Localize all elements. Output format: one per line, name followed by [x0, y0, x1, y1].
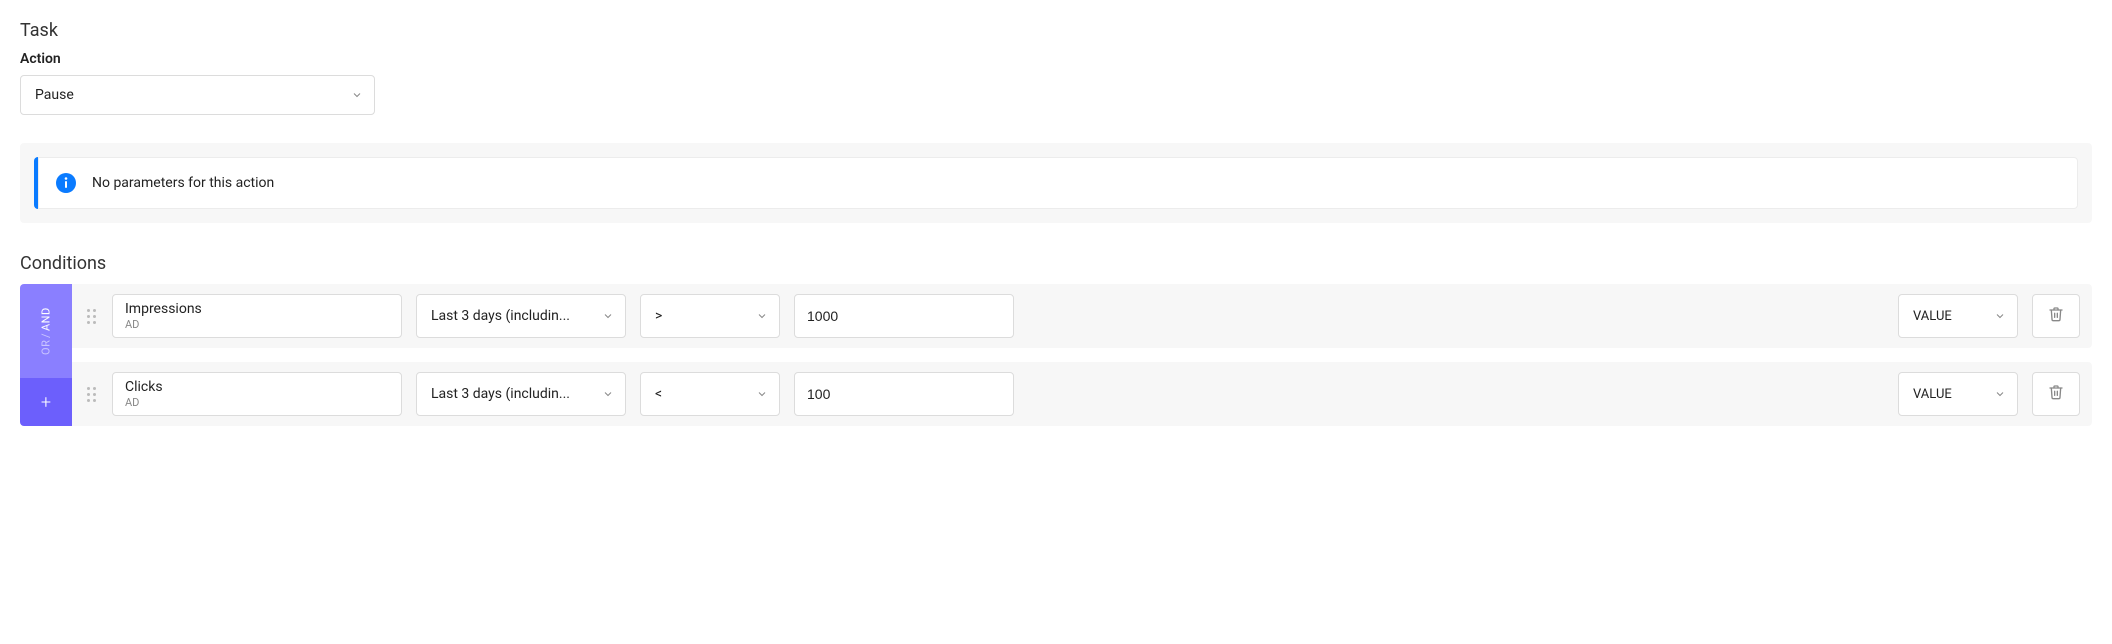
- value-type-select[interactable]: VALUE: [1898, 294, 2018, 338]
- delete-condition-button[interactable]: [2032, 294, 2080, 338]
- task-section: Task Action Pause No parameters for this…: [20, 20, 2092, 223]
- value-type-select[interactable]: VALUE: [1898, 372, 2018, 416]
- timeframe-select[interactable]: Last 3 days (includin...: [416, 294, 626, 338]
- action-select-value: Pause: [35, 87, 74, 103]
- delete-condition-button[interactable]: [2032, 372, 2080, 416]
- metric-select[interactable]: Clicks AD: [112, 372, 402, 416]
- metric-name: Clicks: [125, 379, 389, 396]
- drag-handle[interactable]: [84, 387, 98, 402]
- operator-select[interactable]: <: [640, 372, 780, 416]
- action-label: Action: [20, 51, 2092, 67]
- info-text: No parameters for this action: [92, 175, 274, 191]
- metric-select[interactable]: Impressions AD: [112, 294, 402, 338]
- andor-toggle[interactable]: OR / AND: [20, 284, 72, 378]
- conditions-section: Conditions OR / AND + Impressions: [20, 253, 2092, 426]
- condition-rows: Impressions AD Last 3 days (includin... …: [72, 284, 2092, 426]
- value-input[interactable]: [794, 372, 1014, 416]
- trash-icon: [2048, 384, 2064, 404]
- value-input[interactable]: [794, 294, 1014, 338]
- operator-select[interactable]: >: [640, 294, 780, 338]
- metric-level: AD: [125, 318, 389, 331]
- condition-row: Clicks AD Last 3 days (includin... <: [72, 362, 2092, 426]
- conditions-heading: Conditions: [20, 253, 2092, 274]
- task-heading: Task: [20, 20, 2092, 41]
- drag-handle[interactable]: [84, 309, 98, 324]
- metric-level: AD: [125, 396, 389, 409]
- andor-column: OR / AND +: [20, 284, 72, 426]
- info-icon: [56, 173, 76, 193]
- info-panel: No parameters for this action: [34, 157, 2078, 209]
- metric-name: Impressions: [125, 301, 389, 318]
- condition-row: Impressions AD Last 3 days (includin... …: [72, 284, 2092, 348]
- conditions-table: OR / AND + Impressions AD: [20, 284, 2092, 426]
- add-condition-button[interactable]: +: [20, 378, 72, 426]
- info-panel-container: No parameters for this action: [20, 143, 2092, 223]
- trash-icon: [2048, 306, 2064, 326]
- action-select[interactable]: Pause: [20, 75, 375, 115]
- timeframe-select[interactable]: Last 3 days (includin...: [416, 372, 626, 416]
